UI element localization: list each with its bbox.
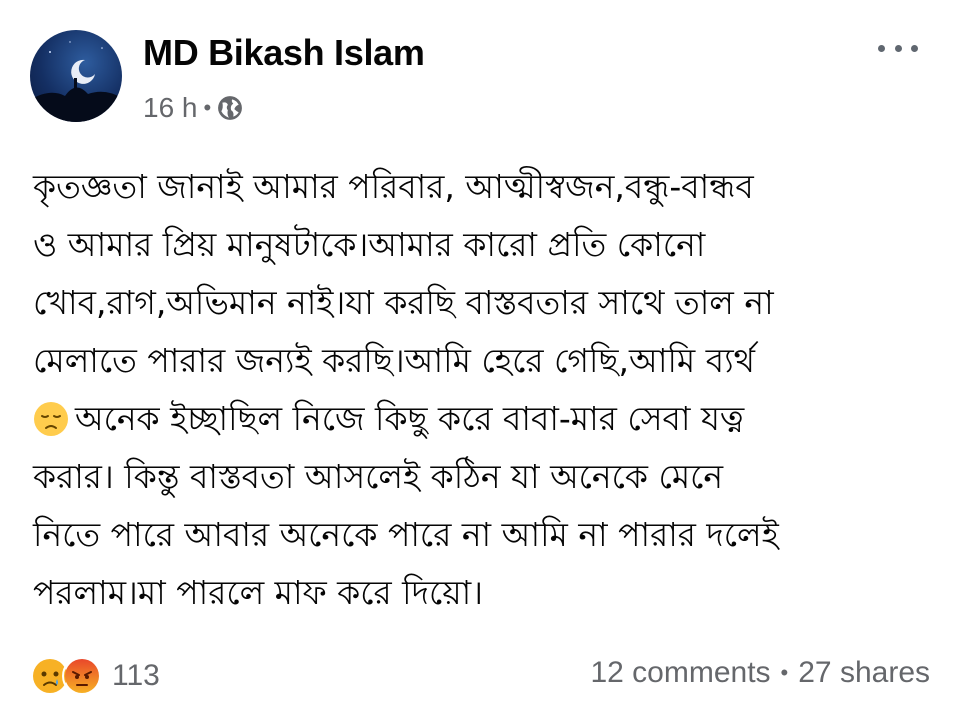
reactions-summary[interactable]: 113	[30, 656, 160, 696]
post-text-line: ও আমার প্রিয় মানুষটাকে।আমার কারো প্রতি …	[33, 225, 706, 264]
more-options-button[interactable]	[878, 40, 918, 56]
avatar[interactable]	[30, 30, 122, 122]
post-time[interactable]: 16 h	[143, 92, 198, 124]
angry-reaction-icon	[62, 656, 102, 696]
globe-icon	[218, 96, 243, 120]
post-text-line: নিতে পারে আবার অনেকে পারে না আমি না পারা…	[33, 515, 779, 554]
dot-icon	[911, 44, 918, 52]
dot-icon	[894, 44, 902, 52]
avatar-image	[30, 41, 122, 122]
post-text-line: খোব,রাগ,অভিমান নাই।যা করছি বাস্তবতার সাথ…	[33, 283, 774, 322]
post-text: কৃতজ্ঞতা জানাই আমার পরিবার, আত্মীস্বজন,ব…	[33, 158, 938, 622]
post-text-line: কৃতজ্ঞতা জানাই আমার পরিবার, আত্মীস্বজন,ব…	[33, 167, 754, 206]
comments-link[interactable]: 12 comments	[590, 656, 770, 690]
post-text-line-with-emoji: অনেক ইচ্ছাছিল নিজে কিছু করে বাবা-মার সেব…	[33, 390, 938, 448]
post-meta: 16 h •	[143, 92, 243, 124]
post-footer: 113 12 comments • 27 shares	[30, 652, 930, 698]
post-text-line: মেলাতে পারার জন্যই করছি।আমি হেরে গেছি,আম…	[33, 341, 756, 380]
meta-separator: •	[203, 95, 212, 120]
post-text-line: অনেক ইচ্ছাছিল নিজে কিছু করে বাবা-মার সেব…	[75, 399, 745, 438]
post-text-line: পরলাম।মা পারলে মাফ করে দিয়ো।	[33, 573, 484, 612]
post-text-line: করার। কিন্তু বাস্তবতা আসলেই কঠিন যা অনেক…	[33, 457, 724, 496]
post-stats: 12 comments • 27 shares	[590, 656, 930, 690]
stats-separator: •	[780, 660, 789, 685]
reaction-count: 113	[112, 659, 160, 692]
post-author[interactable]: MD Bikash Islam	[143, 32, 425, 74]
shares-link[interactable]: 27 shares	[798, 656, 930, 690]
disappointed-face-emoji-icon	[34, 402, 68, 436]
dot-icon	[878, 44, 885, 52]
